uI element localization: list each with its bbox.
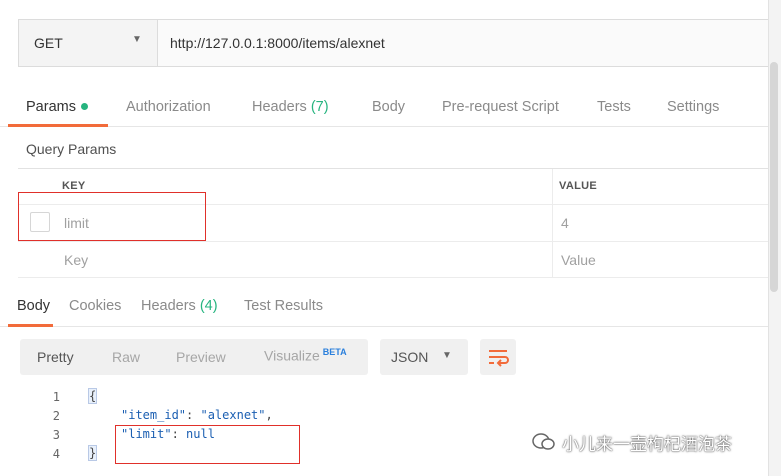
wrap-lines-button[interactable] <box>480 339 516 375</box>
wrap-lines-icon <box>489 350 509 367</box>
line-number: 2 <box>52 409 60 423</box>
code-line-item-id: "item_id": "alexnet", <box>121 408 273 422</box>
code-open-brace: { <box>87 388 98 404</box>
param-value-limit[interactable]: 4 <box>561 215 569 231</box>
table-row-border <box>18 277 768 278</box>
wechat-icon <box>532 433 555 450</box>
tabs-divider <box>0 126 768 127</box>
chevron-down-icon: ▼ <box>132 34 142 45</box>
watermark-text: 小儿来一壶枸杞酒泡茶 <box>562 435 732 454</box>
table-column-divider <box>552 169 553 278</box>
tab-headers[interactable]: Headers (7) <box>252 99 329 115</box>
url-input[interactable]: http://127.0.0.1:8000/items/alexnet <box>170 35 385 51</box>
mode-pretty[interactable]: Pretty <box>37 349 74 365</box>
line-number: 4 <box>52 447 60 461</box>
response-tab-headers[interactable]: Headers (4) <box>141 298 218 314</box>
method-select[interactable]: GET ▼ <box>19 20 158 66</box>
highlight-box <box>115 425 300 464</box>
param-value-input[interactable]: Value <box>561 252 596 268</box>
tab-settings[interactable]: Settings <box>667 99 719 115</box>
tab-tests[interactable]: Tests <box>597 99 631 115</box>
table-top-border <box>18 168 768 169</box>
request-bar: GET ▼ http://127.0.0.1:8000/items/alexne… <box>18 19 781 67</box>
response-tabs-divider <box>0 326 768 327</box>
tab-body[interactable]: Body <box>372 99 405 115</box>
beta-badge: BETA <box>322 347 347 357</box>
mode-raw[interactable]: Raw <box>112 349 140 365</box>
mode-visualize[interactable]: Visualize BETA <box>264 347 347 364</box>
column-header-key: KEY <box>62 180 86 192</box>
param-key-input[interactable]: Key <box>64 252 88 268</box>
active-dot-icon <box>80 102 88 110</box>
column-header-value: VALUE <box>559 180 597 192</box>
active-tab-underline <box>8 124 108 127</box>
line-number: 1 <box>52 390 60 404</box>
chevron-down-icon: ▼ <box>442 350 452 361</box>
response-tab-test-results[interactable]: Test Results <box>244 298 323 314</box>
code-close-brace: } <box>87 445 98 461</box>
line-number: 3 <box>52 428 60 442</box>
highlight-box <box>18 192 206 241</box>
tab-params[interactable]: Params <box>26 99 88 115</box>
format-label: JSON <box>391 349 429 365</box>
response-tab-cookies[interactable]: Cookies <box>69 298 121 314</box>
format-select[interactable]: JSON ▼ <box>380 339 468 375</box>
response-headers-count: (4) <box>199 298 218 314</box>
method-label: GET <box>34 35 63 51</box>
view-mode-toggle: Pretty Raw Preview Visualize BETA <box>20 339 368 375</box>
mode-preview[interactable]: Preview <box>176 349 226 365</box>
table-row-border <box>18 241 768 242</box>
response-tab-body[interactable]: Body <box>17 298 50 314</box>
tab-authorization[interactable]: Authorization <box>126 99 211 115</box>
headers-count: (7) <box>310 99 329 115</box>
query-params-title: Query Params <box>26 141 117 157</box>
response-active-underline <box>8 324 53 327</box>
tab-pre-request-script[interactable]: Pre-request Script <box>442 99 559 115</box>
scrollbar-thumb[interactable] <box>770 62 778 292</box>
